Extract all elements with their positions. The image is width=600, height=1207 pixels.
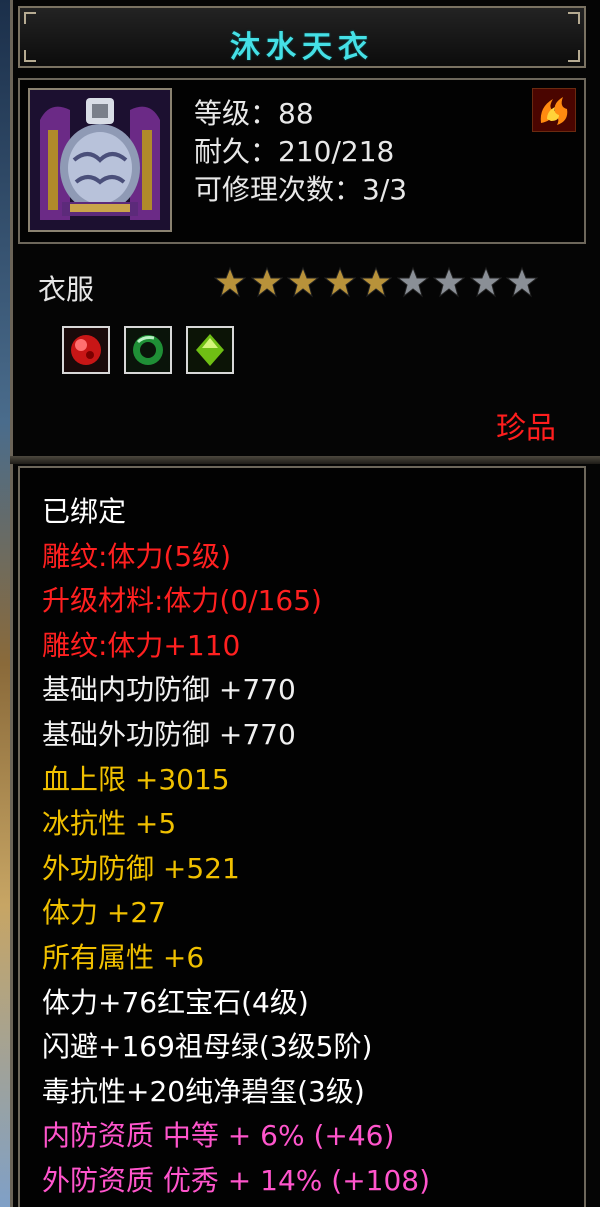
star-empty-icon [469,266,502,298]
attribute-line: 雕纹:体力+110 [42,628,241,662]
emerald-ring-icon [126,328,170,372]
attribute-line: 内防资质 中等 + 6% (+46) [42,1119,395,1153]
level-text: 等级：88 [194,97,314,130]
item-name: 沐水天衣 [230,30,374,65]
ruby-gem-icon [64,328,108,372]
star-filled-icon [323,266,356,298]
attribute-line: 毒抗性+20纯净碧玺(3级) [42,1074,365,1108]
attribute-line: 升级材料:体力(0/165) [42,584,322,618]
star-filled-icon [214,266,246,298]
attribute-line: 血上限 +3015 [42,762,230,796]
attribute-line: 闪避+169祖母绿(3级5阶) [42,1030,373,1064]
attribute-line: 雕纹:体力(5级) [42,539,232,573]
title-bar: 沐水天衣 [18,6,586,68]
item-category: 衣服 [38,273,95,306]
attribute-line: 外功防御 +521 [42,851,240,885]
armor-icon [28,88,172,232]
fire-element-icon [532,88,576,132]
ruby-gem-slot[interactable] [62,326,110,374]
section-divider [10,456,600,464]
star-empty-icon [433,266,465,298]
attribute-line: 体力+76红宝石(4级) [42,985,309,1019]
durability-text: 耐久：210/218 [194,135,395,168]
star-filled-icon [360,266,392,298]
item-summary-panel: 等级：88 耐久：210/218 可修理次数：3/3 [18,78,586,244]
attribute-line: 所有属性 +6 [42,941,205,974]
emerald-gem-slot[interactable] [124,326,172,374]
star-empty-icon [396,266,429,298]
star-filled-icon [250,266,283,298]
star-filled-icon [287,266,319,298]
rarity-label: 珍品 [496,411,556,446]
attribute-line: 基础内功防御 +770 [42,673,296,707]
jade-gem-slot[interactable] [186,326,234,374]
attribute-line: 基础外功防御 +770 [42,718,296,751]
attribute-list: 已绑定雕纹:体力(5级) 升级材料:体力(0/165) 雕纹:体力+110 基础内功防… [18,466,586,1207]
repair-count-text: 可修理次数：3/3 [194,173,408,206]
tourmaline-gem-icon [188,328,232,372]
attribute-line: 已绑定 [42,495,127,528]
attribute-line: 体力 +27 [42,896,166,930]
attribute-line: 冰抗性 +5 [42,807,177,841]
attribute-line: 外防资质 优秀 + 14% (+108) [42,1164,431,1197]
star-empty-icon [506,266,538,298]
